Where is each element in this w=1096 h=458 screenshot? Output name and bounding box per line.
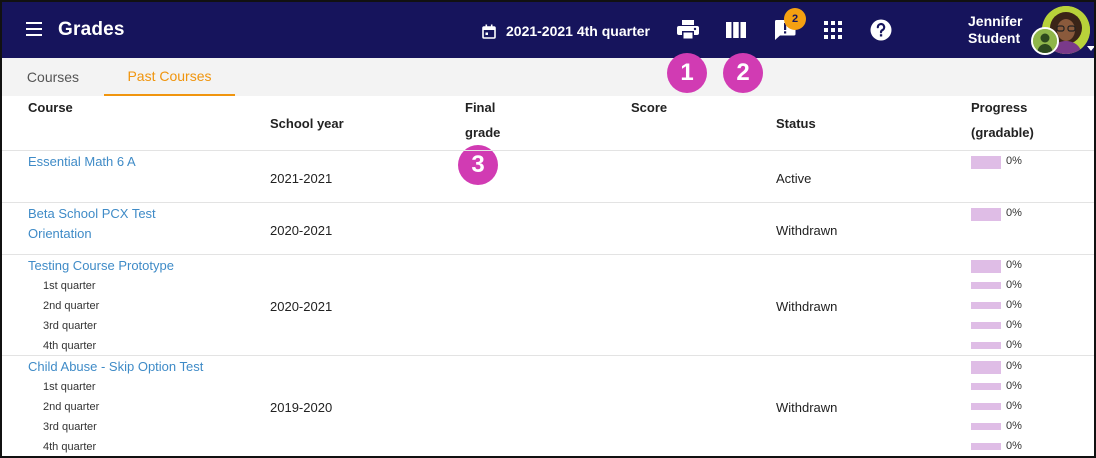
subterm-label: 3rd quarter (43, 421, 97, 433)
progress-value: 0% (1006, 155, 1022, 167)
progress-value: 0% (1006, 360, 1022, 372)
progress-value: 0% (1006, 319, 1022, 331)
progress-bar (971, 322, 1001, 329)
divider (2, 355, 1094, 356)
header-status[interactable]: Status (776, 111, 816, 136)
hamburger-menu-icon[interactable] (26, 22, 42, 36)
school-year-cell: 2020-2021 (270, 299, 333, 314)
progress-bar (971, 403, 1001, 410)
progress-value: 0% (1006, 299, 1022, 311)
divider (2, 254, 1094, 255)
progress-value: 0% (1006, 380, 1022, 392)
progress-bar (971, 260, 1001, 273)
divider (2, 202, 1094, 203)
school-year-cell: 2020-2021 (270, 223, 333, 238)
progress-value: 0% (1006, 440, 1022, 452)
calendar-icon (482, 24, 496, 39)
callout-2: 2 (723, 53, 763, 93)
tab-past-courses[interactable]: Past Courses (104, 58, 235, 96)
user-name[interactable]: Jennifer Student (968, 13, 1022, 47)
small-avatar (1031, 27, 1059, 55)
apps-grid-icon[interactable] (821, 18, 845, 42)
course-link-essential-math[interactable]: Essential Math 6 A (28, 152, 136, 172)
columns-icon[interactable] (724, 18, 748, 42)
tab-bar: Courses Past Courses (2, 58, 1094, 96)
course-link-child-abuse[interactable]: Child Abuse - Skip Option Test (28, 357, 203, 377)
term-label: 2021-2021 4th quarter (506, 23, 650, 39)
progress-bar (971, 156, 1001, 169)
subterm-label: 4th quarter (43, 441, 97, 453)
progress-bar (971, 302, 1001, 309)
progress-bar (971, 282, 1001, 289)
page-title: Grades (58, 19, 125, 40)
course-link-beta-school[interactable]: Beta School PCX Test Orientation (28, 204, 156, 244)
progress-value: 0% (1006, 400, 1022, 412)
user-first-name: Jennifer (968, 13, 1023, 29)
subterm-label: 1st quarter (43, 381, 96, 393)
header-school-year[interactable]: School year (270, 111, 344, 136)
progress-value: 0% (1006, 259, 1022, 271)
header-progress[interactable]: Progress (gradable) (971, 95, 1034, 145)
top-bar: Grades 2021-2021 4th quarter 2 Jennifer … (2, 2, 1094, 58)
notification-badge: 2 (784, 8, 806, 30)
progress-bar (971, 383, 1001, 390)
callout-1: 1 (667, 53, 707, 93)
tab-courses[interactable]: Courses (2, 58, 104, 96)
progress-value: 0% (1006, 420, 1022, 432)
subterm-label: 1st quarter (43, 280, 96, 292)
progress-value: 0% (1006, 339, 1022, 351)
header-final-grade[interactable]: Final grade (465, 95, 500, 145)
user-last-name: Student (968, 30, 1021, 46)
status-cell: Withdrawn (776, 400, 838, 415)
callout-3: 3 (458, 145, 498, 185)
school-year-cell: 2021-2021 (270, 171, 333, 186)
progress-bar (971, 208, 1001, 221)
app-frame: Grades 2021-2021 4th quarter 2 Jennifer … (0, 0, 1096, 458)
progress-bar (971, 342, 1001, 349)
progress-bar (971, 443, 1001, 450)
progress-bar (971, 423, 1001, 430)
term-selector[interactable]: 2021-2021 4th quarter (482, 21, 650, 41)
subterm-label: 3rd quarter (43, 320, 97, 332)
course-link-testing-course[interactable]: Testing Course Prototype (28, 256, 174, 276)
help-icon[interactable] (869, 18, 893, 42)
status-cell: Withdrawn (776, 223, 838, 238)
progress-value: 0% (1006, 207, 1022, 219)
badge-avatar-icon (1033, 29, 1057, 53)
print-icon[interactable] (676, 18, 700, 42)
status-cell: Active (776, 171, 812, 186)
school-year-cell: 2019-2020 (270, 400, 333, 415)
progress-value: 0% (1006, 279, 1022, 291)
divider (2, 150, 1094, 151)
header-course[interactable]: Course (28, 95, 73, 120)
header-score[interactable]: Score (631, 95, 667, 120)
status-cell: Withdrawn (776, 299, 838, 314)
subterm-label: 2nd quarter (43, 401, 100, 413)
chevron-down-icon[interactable] (1087, 46, 1094, 51)
progress-bar (971, 361, 1001, 374)
subterm-label: 4th quarter (43, 340, 97, 352)
subterm-label: 2nd quarter (43, 300, 100, 312)
